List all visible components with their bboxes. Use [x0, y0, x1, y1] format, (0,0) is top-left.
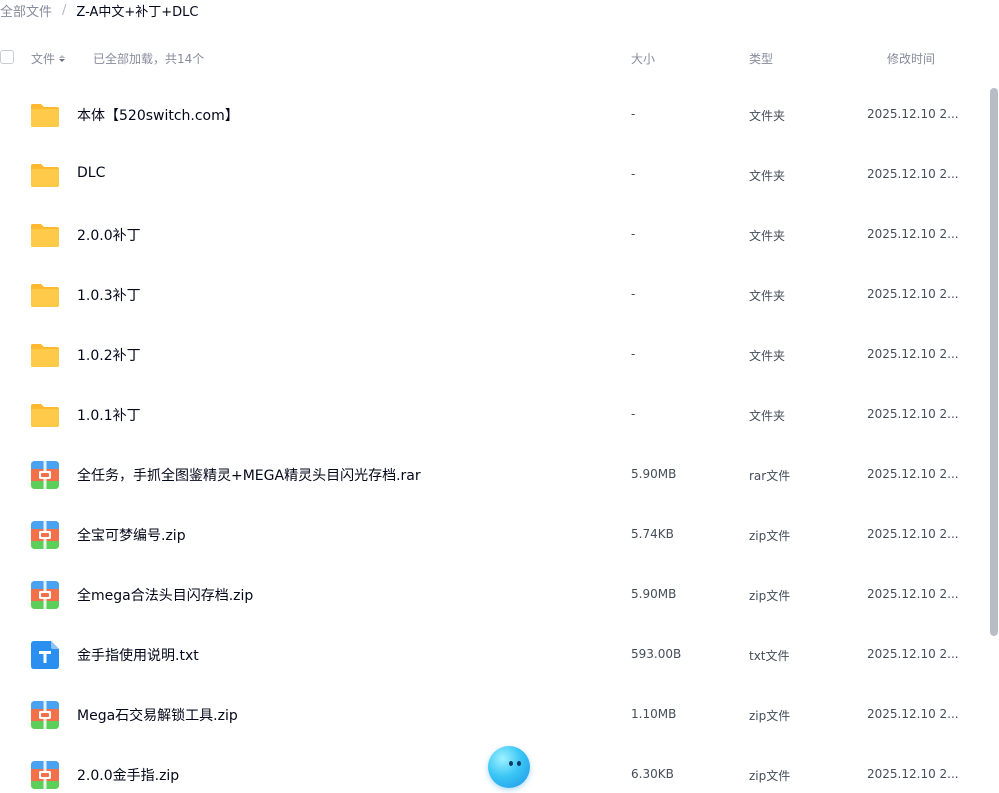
- file-size: -: [631, 347, 636, 361]
- file-type: zip文件: [749, 709, 791, 723]
- file-type: zip文件: [749, 529, 791, 543]
- file-size: -: [631, 227, 636, 241]
- folder-icon: [30, 280, 60, 310]
- archive-icon: [30, 760, 60, 790]
- file-size: -: [631, 167, 636, 181]
- file-name-link[interactable]: DLC: [77, 165, 105, 181]
- mascot-eye: [509, 761, 513, 766]
- file-type: 文件夹: [749, 109, 786, 123]
- file-row[interactable]: 1.0.3补丁 - 文件夹 2025.12.10 2...: [0, 264, 985, 324]
- list-header: 文件 已全部加载，共14个 大小 类型 修改时间: [0, 44, 999, 74]
- mascot-icon: [488, 746, 530, 788]
- file-row[interactable]: 全mega合法头目闪存档.zip 5.90MB zip文件 2025.12.10 2.…: [0, 564, 985, 624]
- file-row[interactable]: 本体【520switch.com】 - 文件夹 2025.12.10 2...: [0, 84, 985, 144]
- file-type: zip文件: [749, 769, 791, 783]
- file-name-link[interactable]: 1.0.2补丁: [77, 345, 141, 365]
- column-size-label: 大小: [631, 52, 656, 66]
- file-type: 文件夹: [749, 409, 786, 423]
- breadcrumb-separator: /: [62, 2, 67, 18]
- sort-by-name-button[interactable]: 文件: [31, 50, 66, 67]
- column-name-label: 文件: [31, 52, 56, 66]
- file-type: txt文件: [749, 649, 790, 663]
- file-mtime: 2025.12.10 2...: [867, 287, 959, 301]
- file-row[interactable]: DLC - 文件夹 2025.12.10 2...: [0, 144, 985, 204]
- file-row[interactable]: 全任务，手抓全图鉴精灵+MEGA精灵头目闪光存档.rar 5.90MB rar文件 2…: [0, 444, 985, 504]
- file-size: 1.10MB: [631, 707, 677, 721]
- file-mtime: 2025.12.10 2...: [867, 167, 959, 181]
- file-browser: 全部文件 / Z-A中文+补丁+DLC 文件 已全部加载，共14个 大小 类型 …: [0, 0, 999, 793]
- file-name-link[interactable]: 本体【520switch.com】: [77, 105, 239, 125]
- file-name-link[interactable]: 1.0.3补丁: [77, 285, 141, 305]
- file-name-link[interactable]: 2.0.0补丁: [77, 225, 141, 245]
- folder-icon: [30, 400, 60, 430]
- file-row[interactable]: 1.0.1补丁 - 文件夹 2025.12.10 2...: [0, 384, 985, 444]
- file-name-link[interactable]: Mega石交易解锁工具.zip: [77, 705, 238, 725]
- file-name-link[interactable]: 1.0.1补丁: [77, 405, 141, 425]
- file-type: 文件夹: [749, 169, 786, 183]
- file-type: rar文件: [749, 469, 791, 483]
- file-name-link[interactable]: 金手指使用说明.txt: [77, 645, 199, 665]
- file-mtime: 2025.12.10 2...: [867, 347, 959, 361]
- file-row[interactable]: Mega石交易解锁工具.zip 1.10MB zip文件 2025.12.10 2..…: [0, 684, 985, 744]
- breadcrumb: 全部文件 / Z-A中文+补丁+DLC: [0, 0, 199, 20]
- file-type: 文件夹: [749, 289, 786, 303]
- folder-icon: [30, 220, 60, 250]
- file-row[interactable]: 2.0.0补丁 - 文件夹 2025.12.10 2...: [0, 204, 985, 264]
- file-size: 5.90MB: [631, 467, 677, 481]
- file-name-link[interactable]: 全任务，手抓全图鉴精灵+MEGA精灵头目闪光存档.rar: [77, 465, 421, 485]
- file-list: 本体【520switch.com】 - 文件夹 2025.12.10 2... DLC -…: [0, 84, 985, 793]
- file-name-link[interactable]: 2.0.0金手指.zip: [77, 765, 179, 785]
- file-mtime: 2025.12.10 2...: [867, 407, 959, 421]
- file-row[interactable]: 全宝可梦编号.zip 5.74KB zip文件 2025.12.10 2...: [0, 504, 985, 564]
- assistant-mascot-button[interactable]: [478, 738, 538, 793]
- file-mtime: 2025.12.10 2...: [867, 107, 959, 121]
- file-type: zip文件: [749, 589, 791, 603]
- file-mtime: 2025.12.10 2...: [867, 467, 959, 481]
- file-row[interactable]: 金手指使用说明.txt 593.00B txt文件 2025.12.10 2...: [0, 624, 985, 684]
- file-size: -: [631, 287, 636, 301]
- file-size: 5.74KB: [631, 527, 674, 541]
- folder-icon: [30, 160, 60, 190]
- select-all-checkbox[interactable]: [0, 50, 14, 64]
- file-type: 文件夹: [749, 229, 786, 243]
- file-mtime: 2025.12.10 2...: [867, 527, 959, 541]
- breadcrumb-root-link[interactable]: 全部文件: [0, 1, 52, 20]
- mascot-eye: [517, 761, 521, 766]
- archive-icon: [30, 700, 60, 730]
- archive-icon: [30, 520, 60, 550]
- folder-icon: [30, 100, 60, 130]
- archive-icon: [30, 580, 60, 610]
- file-size: 593.00B: [631, 647, 682, 661]
- breadcrumb-current-folder: Z-A中文+补丁+DLC: [76, 4, 199, 20]
- file-type: 文件夹: [749, 349, 786, 363]
- load-status-text: 已全部加载，共14个: [93, 52, 205, 66]
- sort-icon: [59, 55, 66, 62]
- file-row[interactable]: 1.0.2补丁 - 文件夹 2025.12.10 2...: [0, 324, 985, 384]
- file-mtime: 2025.12.10 2...: [867, 587, 959, 601]
- archive-icon: [30, 460, 60, 490]
- file-mtime: 2025.12.10 2...: [867, 647, 959, 661]
- scrollbar-thumb[interactable]: [990, 88, 998, 636]
- file-size: 5.90MB: [631, 587, 677, 601]
- file-size: -: [631, 107, 636, 121]
- file-name-link[interactable]: 全mega合法头目闪存档.zip: [77, 585, 253, 605]
- file-mtime: 2025.12.10 2...: [867, 707, 959, 721]
- file-mtime: 2025.12.10 2...: [867, 767, 959, 781]
- column-type-label: 类型: [749, 52, 774, 66]
- column-mtime-label[interactable]: 修改时间: [887, 50, 935, 67]
- file-name-link[interactable]: 全宝可梦编号.zip: [77, 525, 186, 545]
- file-size: -: [631, 407, 636, 421]
- text-file-icon: [30, 640, 60, 670]
- file-mtime: 2025.12.10 2...: [867, 227, 959, 241]
- file-size: 6.30KB: [631, 767, 674, 781]
- folder-icon: [30, 340, 60, 370]
